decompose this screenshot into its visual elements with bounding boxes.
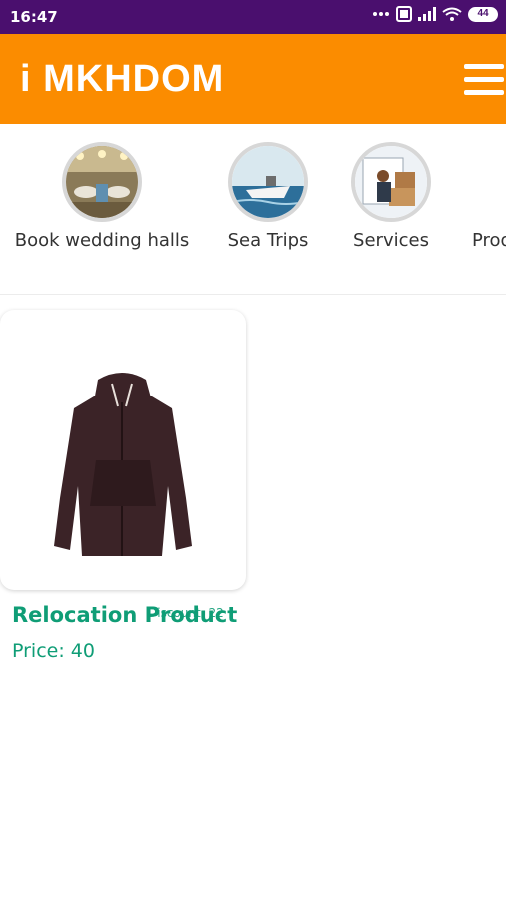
category-label: Book wedding halls [14, 230, 190, 251]
product-price: Price: 40 [12, 640, 95, 662]
category-wedding-halls[interactable]: Book wedding halls [8, 142, 196, 251]
app-title: i MKHDOM [20, 58, 225, 100]
wedding-hall-photo [62, 142, 142, 222]
hoodie-photo [54, 373, 192, 556]
status-bar: 16:47 44 [0, 0, 506, 34]
signal-icon [418, 7, 436, 21]
category-sea-trips[interactable]: Sea Trips [212, 142, 324, 251]
category-strip[interactable]: Book wedding halls Sea Trips Services Pr… [0, 124, 506, 294]
category-services[interactable]: Services [340, 142, 442, 251]
category-products[interactable]: Prod [472, 142, 506, 251]
product-extra: Discount: 22 [148, 606, 224, 620]
status-icons: 44 [372, 6, 498, 22]
network-icon [396, 6, 412, 22]
more-dots-icon [373, 12, 389, 16]
movers-photo [351, 142, 431, 222]
category-label: Sea Trips [227, 230, 309, 251]
divider [0, 294, 506, 295]
menu-icon[interactable] [464, 60, 504, 100]
wifi-icon [442, 7, 462, 21]
product-card[interactable] [0, 310, 246, 590]
battery-icon: 44 [468, 6, 498, 22]
battery-level: 44 [477, 7, 489, 19]
boat-photo [228, 142, 308, 222]
status-time: 16:47 [10, 8, 58, 26]
category-label: Services [353, 230, 429, 251]
category-label: Prod [472, 230, 506, 251]
app-bar: i MKHDOM [0, 34, 506, 124]
